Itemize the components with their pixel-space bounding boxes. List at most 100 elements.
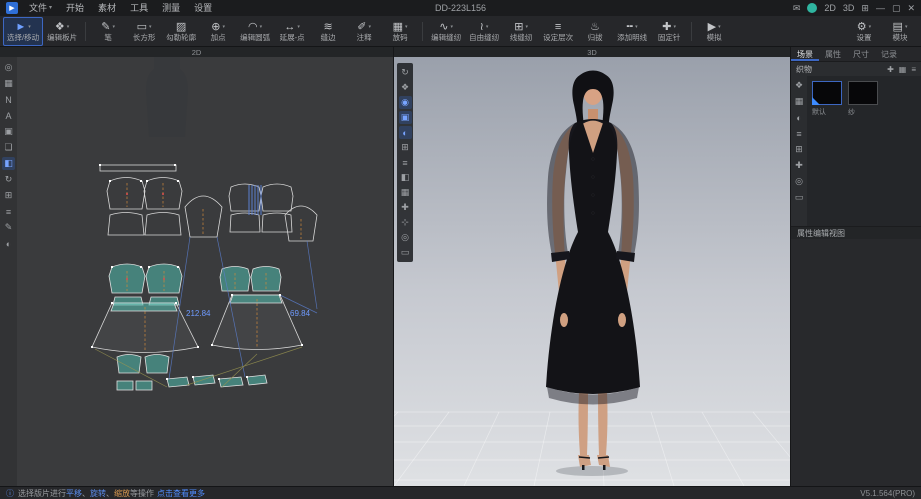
list-view-button[interactable]: ≡ bbox=[911, 65, 916, 74]
view-toggle-3d[interactable]: 3D bbox=[843, 0, 855, 16]
side-tool-icon[interactable]: ◐ bbox=[399, 126, 412, 139]
toolbar-separator bbox=[422, 22, 423, 41]
fabric-swatch[interactable]: 纱 bbox=[848, 81, 878, 117]
tool-icon-glyph: ≋ bbox=[323, 21, 332, 33]
layout-icon[interactable]: ⊞ bbox=[861, 0, 869, 16]
tool-icon: ◠▾ bbox=[248, 20, 262, 33]
tool-icon: ⊕▾ bbox=[211, 20, 225, 33]
side-tool-icon[interactable]: ▣ bbox=[399, 111, 412, 124]
side-tool-icon[interactable]: ✚ bbox=[399, 201, 412, 214]
status-link[interactable]: 点击查看更多 bbox=[157, 488, 205, 499]
tool-icon-glyph: ≡ bbox=[555, 21, 561, 33]
side-tool-icon[interactable]: ❖ bbox=[399, 81, 412, 94]
fabric-swatch[interactable]: 默认 bbox=[812, 81, 842, 117]
side-tool-icon[interactable]: ▣ bbox=[2, 125, 15, 138]
panel-2d-header[interactable]: 2D bbox=[0, 47, 393, 57]
menu-item[interactable]: 测量 bbox=[155, 0, 187, 16]
side-tool-icon[interactable]: ◎ bbox=[2, 61, 15, 74]
tool-button[interactable]: ►▾选择/移动 bbox=[3, 17, 43, 46]
tool-button[interactable]: ✎▾笔 bbox=[90, 17, 126, 46]
tool-button[interactable]: ◠▾编辑圆弧 bbox=[236, 17, 274, 46]
tool-button[interactable]: ▶▾模拟 bbox=[696, 17, 732, 46]
tool-button[interactable]: ▨勾勒轮廓 bbox=[162, 17, 200, 46]
side-tool-icon[interactable]: ▦ bbox=[399, 186, 412, 199]
side-tool-icon[interactable]: ✚ bbox=[793, 159, 806, 172]
grid-view-button[interactable]: ▦ bbox=[899, 65, 907, 74]
tool-button[interactable]: ❖▾编辑板片 bbox=[43, 17, 81, 46]
close-icon[interactable]: ✕ bbox=[907, 0, 915, 16]
side-tool-icon[interactable]: ◐ bbox=[793, 111, 806, 124]
tool-icon: ►▾ bbox=[15, 20, 30, 33]
tool-button[interactable]: ✐▾注释 bbox=[346, 17, 382, 46]
tool-button[interactable]: ≀▾自由缝纫 bbox=[465, 17, 503, 46]
side-tool-icon[interactable]: ❖ bbox=[793, 79, 806, 92]
menu-item[interactable]: 开始 bbox=[59, 0, 91, 16]
side-tool-icon[interactable]: ❏ bbox=[2, 141, 15, 154]
side-tool-icon[interactable]: A bbox=[2, 109, 15, 122]
side-tool-icon[interactable]: ▦ bbox=[793, 95, 806, 108]
view-toggle-2d[interactable]: 2D bbox=[824, 0, 836, 16]
right-panel-tab[interactable]: 记录 bbox=[875, 47, 903, 61]
main-area: 2D ◎ ▦ NA ▣ ❏ ◧ ↻ ⊞ ≡ ✎ ◐ bbox=[0, 47, 921, 486]
tool-button[interactable]: ✚▾固定针 bbox=[651, 17, 687, 46]
side-tool-icon[interactable]: N bbox=[2, 93, 15, 106]
add-fabric-button[interactable]: ✚ bbox=[887, 65, 894, 74]
settings-tool[interactable]: ⚙▾设置 bbox=[846, 17, 882, 46]
side-tool-icon[interactable]: ⊹ bbox=[399, 216, 412, 229]
tool-label: 自由缝纫 bbox=[469, 33, 499, 43]
side-tool-icon[interactable]: ≡ bbox=[399, 156, 412, 169]
tool-button[interactable]: ≡设定层次 bbox=[539, 17, 577, 46]
menu-item[interactable]: 设置 bbox=[187, 0, 219, 16]
message-icon[interactable]: ✉ bbox=[793, 0, 801, 16]
side-tool-icon[interactable]: ⊞ bbox=[793, 143, 806, 156]
right-panel-tab[interactable]: 尺寸 bbox=[847, 47, 875, 61]
side-tool-icon[interactable]: ↻ bbox=[2, 173, 15, 186]
side-tool-icon[interactable]: ◉ bbox=[399, 96, 412, 109]
tool-button[interactable]: ≋缝边 bbox=[310, 17, 346, 46]
tool-icon-glyph: ⚙ bbox=[857, 21, 867, 33]
side-tool-icon[interactable]: ⊞ bbox=[399, 141, 412, 154]
user-avatar[interactable] bbox=[807, 3, 817, 13]
side-tool-icon[interactable]: ▭ bbox=[793, 191, 806, 204]
menu-item[interactable]: 工具 bbox=[123, 0, 155, 16]
side-tool-icon[interactable]: ≡ bbox=[793, 127, 806, 140]
property-view-header[interactable]: 属性编辑视图 bbox=[791, 226, 921, 239]
right-panel-tab[interactable]: 场景 bbox=[791, 47, 819, 61]
avatar-3d[interactable] bbox=[546, 71, 640, 477]
side-tool-icon[interactable]: ⊞ bbox=[2, 189, 15, 202]
side-tool-icon[interactable]: ◎ bbox=[793, 175, 806, 188]
side-tool-icon[interactable]: ✎ bbox=[2, 221, 15, 234]
tool-icon-glyph: ≀ bbox=[480, 21, 484, 33]
tool-icon: ↔▾ bbox=[284, 20, 300, 33]
maximize-icon[interactable]: ▢ bbox=[892, 0, 901, 16]
side-tool-icon[interactable]: ▦ bbox=[2, 77, 15, 90]
viewport-3d[interactable] bbox=[394, 57, 790, 486]
tool-button[interactable]: ♨归拔 bbox=[577, 17, 613, 46]
tool-button[interactable]: ↔▾延展-点 bbox=[274, 17, 310, 46]
menu-item[interactable]: 素材 bbox=[91, 0, 123, 16]
side-tool-icon[interactable]: ◎ bbox=[399, 231, 412, 244]
pattern-canvas[interactable] bbox=[17, 57, 394, 486]
tool-label: 勾勒轮廓 bbox=[166, 33, 196, 43]
side-tool-icon[interactable]: ▭ bbox=[399, 246, 412, 259]
panel-3d-header[interactable]: 3D bbox=[394, 47, 790, 57]
pattern-pieces-top[interactable] bbox=[100, 165, 317, 241]
tool-button[interactable]: ╍▾添加明线 bbox=[613, 17, 651, 46]
side-tool-icon[interactable]: ◧ bbox=[2, 157, 15, 170]
right-panel-tab[interactable]: 属性 bbox=[819, 47, 847, 61]
menu-item[interactable]: 文件▾ bbox=[22, 0, 59, 16]
tool-button[interactable]: ∿▾编辑缝纫 bbox=[427, 17, 465, 46]
tool-icon-glyph: ◠ bbox=[248, 21, 258, 33]
tool-button[interactable]: ▭▾长方形 bbox=[126, 17, 162, 46]
chevron-down-icon: ▾ bbox=[405, 24, 408, 30]
tool-button[interactable]: ⊞▾线缝纫 bbox=[503, 17, 539, 46]
side-tool-icon[interactable]: ↻ bbox=[399, 66, 412, 79]
side-tool-icon[interactable]: ◐ bbox=[2, 237, 15, 250]
minimize-icon[interactable]: — bbox=[876, 0, 885, 16]
side-tool-icon[interactable]: ◧ bbox=[399, 171, 412, 184]
right-panel: 场景属性尺寸记录 织物 ✚▦≡ ❖▦◐≡⊞✚◎▭ 默认纱 属性编辑视图 bbox=[790, 47, 921, 486]
modules-tool[interactable]: ▤▾模块 bbox=[882, 17, 918, 46]
tool-button[interactable]: ▦▾放码 bbox=[382, 17, 418, 46]
side-tool-icon[interactable]: ≡ bbox=[2, 205, 15, 218]
tool-button[interactable]: ⊕▾加点 bbox=[200, 17, 236, 46]
